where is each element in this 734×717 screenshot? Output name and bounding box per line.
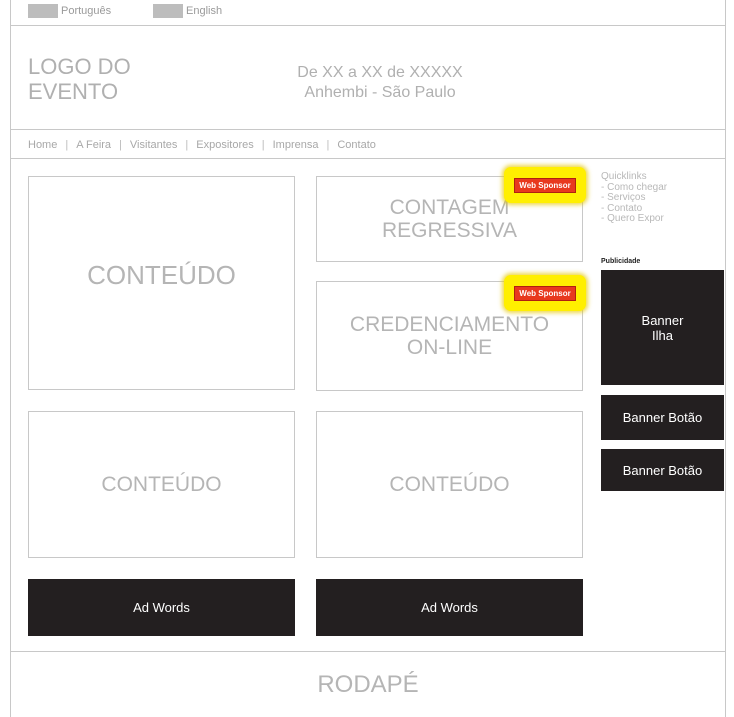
main-nav: Home | A Feira | Visitantes | Expositore… [10, 131, 726, 159]
advertising-label: Publicidade [601, 258, 641, 265]
main-content-label: CONTEÚDO [87, 260, 236, 290]
web-sponsor-label: Web Sponsor [514, 177, 576, 193]
content-label: CONTEÚDO [389, 472, 510, 496]
banner-ilha-line-1: Banner [641, 312, 684, 328]
web-sponsor-badge[interactable]: Web Sponsor [504, 167, 586, 203]
language-bar: Português English [10, 0, 726, 26]
nav-item-home[interactable]: Home [28, 139, 57, 151]
language-option-portugues[interactable]: Português [28, 4, 111, 18]
logo-line-2: EVENTO [28, 79, 119, 104]
language-label: English [186, 5, 223, 17]
language-label: Português [61, 5, 112, 17]
nav-separator: | [326, 138, 330, 151]
ad-words-label: Ad Words [133, 600, 190, 615]
main-content-box: CONTEÚDO [28, 176, 295, 390]
banner-ilha-line-2: Ilha [652, 327, 673, 343]
nav-item-visitantes[interactable]: Visitantes [130, 139, 178, 151]
nav-item-imprensa[interactable]: Imprensa [273, 139, 319, 151]
footer-label: RODAPÉ [317, 670, 419, 698]
web-sponsor-badge[interactable]: Web Sponsor [504, 275, 586, 311]
content-box-right: CONTEÚDO [316, 411, 583, 558]
nav-separator: | [185, 138, 189, 151]
logo-line-1: LOGO DO [28, 54, 131, 79]
banner-botao-label: Banner Botão [622, 410, 703, 425]
registration-line-2: ON-LINE [406, 336, 493, 359]
header: LOGO DO EVENTO De XX a XX de XXXXX Anhem… [10, 27, 726, 130]
nav-item-contato[interactable]: Contato [337, 139, 376, 151]
flag-icon [153, 4, 183, 18]
event-info: De XX a XX de XXXXX Anhembi - São Paulo [260, 63, 500, 103]
quicklink-servicos[interactable]: - Serviços [601, 192, 667, 204]
nav-separator: | [119, 138, 122, 151]
countdown-line-2: REGRESSIVA [382, 219, 517, 242]
nav-item-a-feira[interactable]: A Feira [76, 139, 111, 151]
ad-words-label: Ad Words [421, 600, 478, 615]
nav-separator: | [65, 138, 69, 151]
event-venue: Anhembi - São Paulo [304, 84, 456, 101]
footer: RODAPÉ [10, 651, 726, 717]
flag-icon [28, 4, 58, 18]
event-logo[interactable]: LOGO DO EVENTO [28, 54, 131, 104]
banner-botao[interactable]: Banner Botão [601, 449, 724, 491]
registration-line-1: CREDENCIAMENTO [349, 313, 550, 336]
banner-ilha[interactable]: Banner Ilha [601, 270, 724, 385]
web-sponsor-label: Web Sponsor [514, 285, 576, 301]
event-date: De XX a XX de XXXXX [297, 64, 463, 81]
language-option-english[interactable]: English [153, 4, 222, 18]
content-label: CONTEÚDO [101, 472, 222, 496]
banner-botao-label: Banner Botão [622, 462, 703, 478]
ad-words-block[interactable]: Ad Words [316, 579, 583, 636]
nav-item-expositores[interactable]: Expositores [196, 139, 253, 151]
quicklink-quero-expor[interactable]: - Quero Expor [601, 213, 667, 225]
quicklinks-title: Quicklinks [601, 171, 647, 182]
banner-botao[interactable]: Banner Botão [601, 395, 724, 440]
nav-separator: | [261, 138, 265, 151]
ad-words-block[interactable]: Ad Words [28, 579, 295, 636]
content-box-left: CONTEÚDO [28, 411, 295, 558]
countdown-line-1: CONTAGEM [389, 196, 510, 219]
quicklinks: Quicklinks - Como chegar - Serviços - Co… [601, 171, 667, 225]
